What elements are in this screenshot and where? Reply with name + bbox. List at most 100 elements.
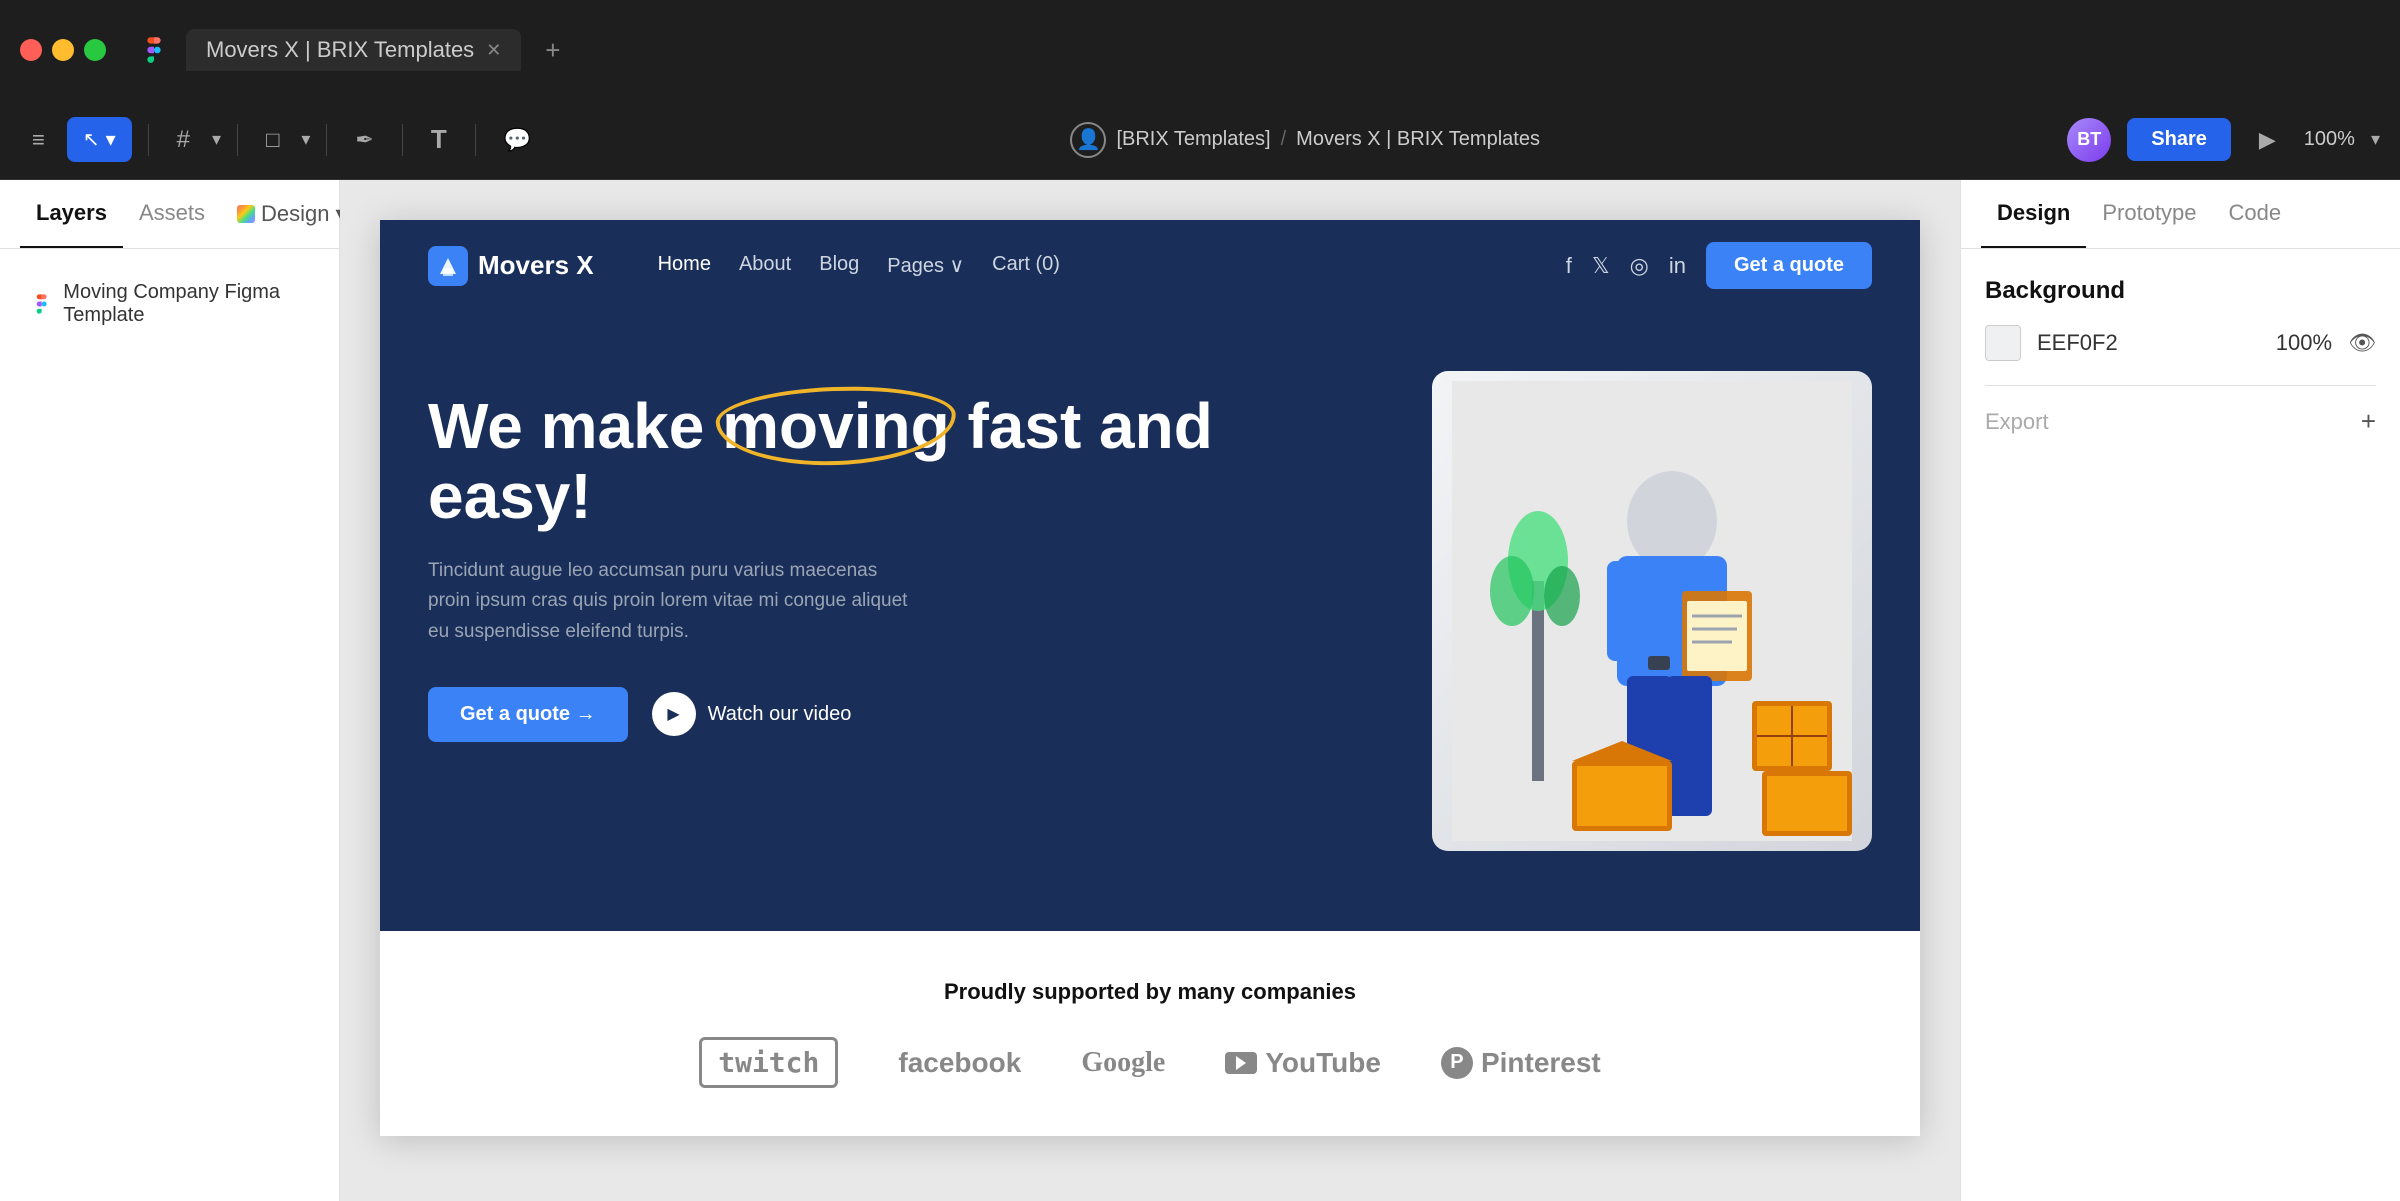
hero-actions: Get a quote → ▶ Watch our video	[428, 687, 1392, 742]
user-avatar-icon: 👤	[1070, 122, 1106, 158]
nav-cart[interactable]: Cart (0)	[992, 253, 1060, 278]
figma-layer-icon	[32, 292, 51, 316]
pinterest-label: Pinterest	[1481, 1047, 1601, 1079]
twitter-nav-icon[interactable]: 𝕏	[1592, 253, 1610, 279]
movers-logo-icon	[428, 246, 468, 286]
site-hero: We make moving fast and easy! Tincidunt …	[380, 311, 1920, 931]
google-logo: Google	[1081, 1047, 1165, 1079]
pinterest-logo: P Pinterest	[1441, 1047, 1601, 1079]
supporters-section: Proudly supported by many companies twit…	[380, 931, 1920, 1136]
site-nav-right: f 𝕏 ◎ in Get a quote	[1566, 242, 1872, 289]
hero-image-inner	[1432, 371, 1872, 851]
toolbar-right: BT Share ▶ 100% ▾	[2067, 118, 2380, 162]
breadcrumb-sep1: /	[1281, 128, 1287, 151]
close-button[interactable]	[20, 39, 42, 61]
pinterest-icon: P	[1441, 1047, 1473, 1079]
panel-tabs: Design Prototype Code	[1961, 180, 2400, 249]
breadcrumb: 👤 [BRIX Templates] / Movers X | BRIX Tem…	[553, 122, 2057, 158]
separator	[148, 124, 149, 156]
tab-prototype[interactable]: Prototype	[2086, 180, 2212, 248]
panel-content: Background EEF0F2 100% 👁 Export +	[1961, 249, 2400, 465]
sidebar-content: Moving Company Figma Template	[0, 249, 339, 359]
layer-item[interactable]: Moving Company Figma Template	[20, 269, 319, 339]
separator4	[402, 124, 403, 156]
minimize-button[interactable]	[52, 39, 74, 61]
color-swatch[interactable]	[1985, 325, 2021, 361]
hero-image	[1432, 371, 1872, 851]
export-add-button[interactable]: +	[2361, 406, 2376, 437]
tab-design[interactable]: Design	[1981, 180, 2086, 248]
separator2	[237, 124, 238, 156]
facebook-logo: facebook	[898, 1047, 1021, 1079]
export-row: Export +	[1985, 406, 2376, 437]
twitch-logo: twitch	[699, 1037, 838, 1088]
breadcrumb-project: Movers X | BRIX Templates	[1296, 128, 1540, 151]
select-tool-button[interactable]: ↖ ▾	[67, 117, 132, 162]
design-color-icon	[237, 205, 255, 223]
pen-tool-icon[interactable]: ✒	[343, 119, 385, 161]
facebook-nav-icon[interactable]: f	[1566, 253, 1572, 279]
hero-cta-button[interactable]: Get a quote →	[428, 687, 628, 742]
background-section-title: Background	[1985, 277, 2376, 305]
text-tool-icon[interactable]: T	[419, 116, 459, 163]
opacity-value[interactable]: 100%	[2276, 330, 2332, 356]
nav-cta-button[interactable]: Get a quote	[1706, 242, 1872, 289]
shape-dropdown-icon[interactable]: ▾	[301, 129, 310, 150]
menu-icon[interactable]: ≡	[20, 119, 57, 161]
share-button[interactable]: Share	[2127, 118, 2231, 161]
frame-dropdown-icon[interactable]: ▾	[212, 129, 221, 150]
zoom-level[interactable]: 100%	[2304, 128, 2355, 151]
visibility-icon[interactable]: 👁	[2348, 330, 2376, 356]
site-nav: Movers X Home About Blog Pages ∨ Cart (0…	[380, 220, 1920, 311]
toolbar: ≡ ↖ ▾ # ▾ □ ▾ ✒ T 💬 👤 [BRIX Templates] /…	[0, 100, 2400, 180]
right-panel: Design Prototype Code Background EEF0F2 …	[1960, 180, 2400, 1201]
comment-tool-icon[interactable]: 💬	[492, 119, 543, 161]
sidebar-tabs: Layers Assets Design ▾	[0, 180, 339, 249]
hero-title-highlight: moving	[722, 391, 950, 461]
nav-home[interactable]: Home	[658, 253, 711, 278]
tab-close-icon[interactable]: ✕	[486, 40, 501, 61]
tab-assets[interactable]: Assets	[123, 180, 221, 248]
site-logo-text: Movers X	[478, 250, 594, 281]
user-avatar: BT	[2067, 118, 2111, 162]
youtube-logo: YouTube	[1225, 1047, 1381, 1079]
youtube-label: YouTube	[1265, 1047, 1381, 1079]
tab-code[interactable]: Code	[2213, 180, 2298, 248]
tab-layers[interactable]: Layers	[20, 180, 123, 248]
browser-tab[interactable]: Movers X | BRIX Templates ✕	[186, 29, 521, 71]
play-button[interactable]: ▶	[2247, 119, 2288, 161]
site-nav-links: Home About Blog Pages ∨ Cart (0)	[658, 253, 1534, 278]
color-hex-value[interactable]: EEF0F2	[2037, 330, 2260, 356]
new-tab-button[interactable]: +	[545, 35, 560, 66]
canvas-area: Movers X Home About Blog Pages ∨ Cart (0…	[340, 180, 1960, 1201]
separator5	[475, 124, 476, 156]
nav-pages[interactable]: Pages ∨	[887, 253, 964, 278]
nav-blog[interactable]: Blog	[819, 253, 859, 278]
layer-label: Moving Company Figma Template	[63, 281, 307, 327]
hero-video-label: Watch our video	[708, 703, 852, 726]
hero-title: We make moving fast and easy!	[428, 391, 1392, 532]
left-sidebar: Layers Assets Design ▾ Moving Company Fi…	[0, 180, 340, 1201]
separator3	[326, 124, 327, 156]
hero-illustration	[1452, 381, 1852, 841]
figma-logo-icon	[138, 34, 170, 66]
frame-tool-icon[interactable]: #	[165, 118, 202, 162]
brand-logos: twitch facebook Google YouTube P Pintere…	[428, 1037, 1872, 1088]
cursor-icon: ↖	[83, 127, 100, 152]
youtube-icon	[1225, 1052, 1257, 1074]
linkedin-nav-icon[interactable]: in	[1669, 253, 1686, 279]
instagram-nav-icon[interactable]: ◎	[1630, 253, 1649, 279]
shape-tool-icon[interactable]: □	[254, 119, 291, 161]
youtube-play-icon	[1236, 1056, 1246, 1070]
maximize-button[interactable]	[84, 39, 106, 61]
select-tool-dropdown[interactable]: ▾	[106, 127, 116, 152]
hero-video-button[interactable]: ▶ Watch our video	[652, 692, 852, 736]
panel-divider	[1985, 385, 2376, 386]
design-tab-label: Design	[261, 201, 329, 227]
breadcrumb-org: [BRIX Templates]	[1116, 128, 1270, 151]
tab-title: Movers X | BRIX Templates	[206, 37, 474, 63]
nav-about[interactable]: About	[739, 253, 791, 278]
hero-subtitle: Tincidunt augue leo accumsan puru varius…	[428, 556, 908, 647]
titlebar: Movers X | BRIX Templates ✕ +	[0, 0, 2400, 100]
zoom-dropdown-icon[interactable]: ▾	[2371, 129, 2380, 150]
